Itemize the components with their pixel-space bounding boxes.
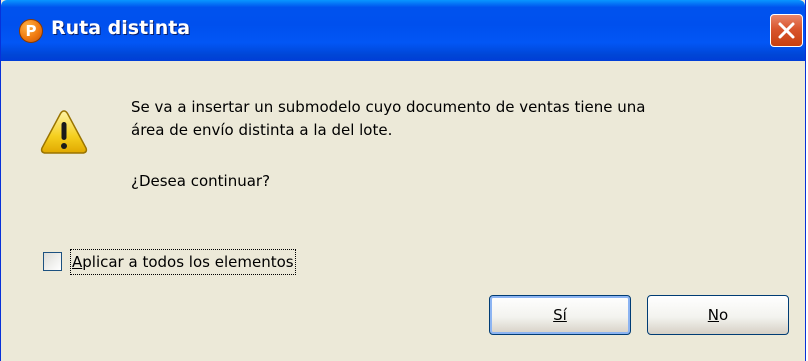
- no-button-label: No: [707, 306, 729, 324]
- warning-icon: [39, 108, 89, 160]
- dialog-window: P Ruta distinta Se va a insertar un subm…: [0, 0, 806, 361]
- apply-all-label[interactable]: Aplicar a todos los elementos: [70, 249, 296, 275]
- app-icon: P: [19, 19, 43, 43]
- apply-all-checkbox[interactable]: [43, 252, 62, 271]
- title-bar[interactable]: P Ruta distinta: [1, 0, 805, 61]
- message-line-2: área de envío distinta a la del lote.: [131, 121, 393, 139]
- question-text: ¿Desea continuar?: [131, 172, 271, 190]
- yes-button[interactable]: Sí: [489, 295, 631, 335]
- message-text: Se va a insertar un submodelo cuyo docum…: [131, 96, 791, 142]
- no-button[interactable]: No: [647, 295, 789, 335]
- window-title: Ruta distinta: [51, 17, 191, 39]
- close-button[interactable]: [770, 14, 803, 47]
- message-line-1: Se va a insertar un submodelo cuyo docum…: [131, 98, 646, 116]
- yes-button-label: Sí: [553, 306, 567, 324]
- close-icon: [778, 22, 795, 39]
